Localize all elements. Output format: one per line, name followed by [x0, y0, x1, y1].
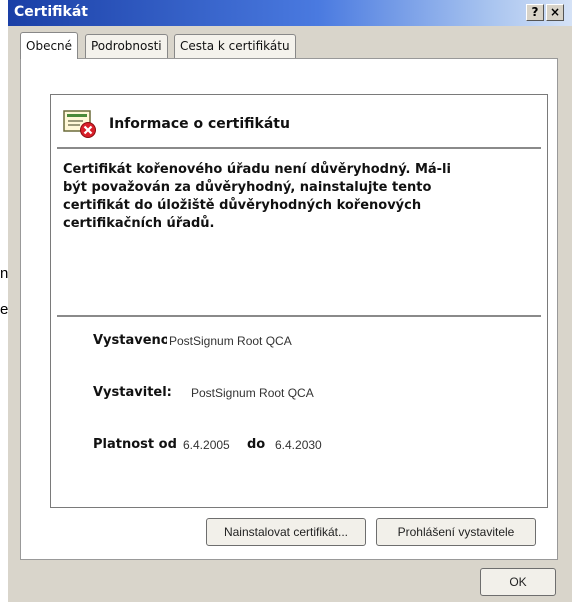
tab-general[interactable]: Obecné	[20, 32, 79, 59]
certificate-dialog: Certifikát ? × Obecné Podrobnosti Cesta …	[8, 0, 572, 602]
issuer-label: Vystavitel:	[93, 385, 172, 400]
title-bar: Certifikát ? ×	[8, 0, 572, 26]
issued-to-label: Vystaveno pro	[93, 333, 167, 348]
install-certificate-button[interactable]: Nainstalovat certifikát...	[206, 518, 366, 546]
trust-warning-message: Certifikát kořenového úřadu není důvěryh…	[63, 162, 451, 231]
certificate-warning-icon	[63, 110, 96, 138]
valid-to-value: 6.4.2030	[275, 438, 322, 452]
tab-certification-path[interactable]: Cesta k certifikátu	[174, 34, 296, 58]
ok-button[interactable]: OK	[480, 568, 556, 596]
issuer-statement-button[interactable]: Prohlášení vystavitele	[376, 518, 536, 546]
window-title: Certifikát	[14, 4, 88, 20]
info-heading: Informace o certifikátu	[109, 116, 290, 132]
issued-to-value: PostSignum Root QCA	[169, 334, 292, 348]
close-button[interactable]: ×	[546, 4, 564, 21]
divider	[57, 147, 541, 149]
valid-to-label: do	[247, 437, 266, 452]
help-button[interactable]: ?	[526, 4, 544, 21]
tab-details[interactable]: Podrobnosti	[85, 34, 168, 58]
valid-from-label: Platnost od	[93, 437, 177, 452]
certificate-info-box: Informace o certifikátu Certifikát kořen…	[50, 94, 548, 508]
issuer-value: PostSignum Root QCA	[191, 386, 314, 400]
divider	[57, 315, 541, 317]
valid-from-value: 6.4.2005	[183, 438, 230, 452]
